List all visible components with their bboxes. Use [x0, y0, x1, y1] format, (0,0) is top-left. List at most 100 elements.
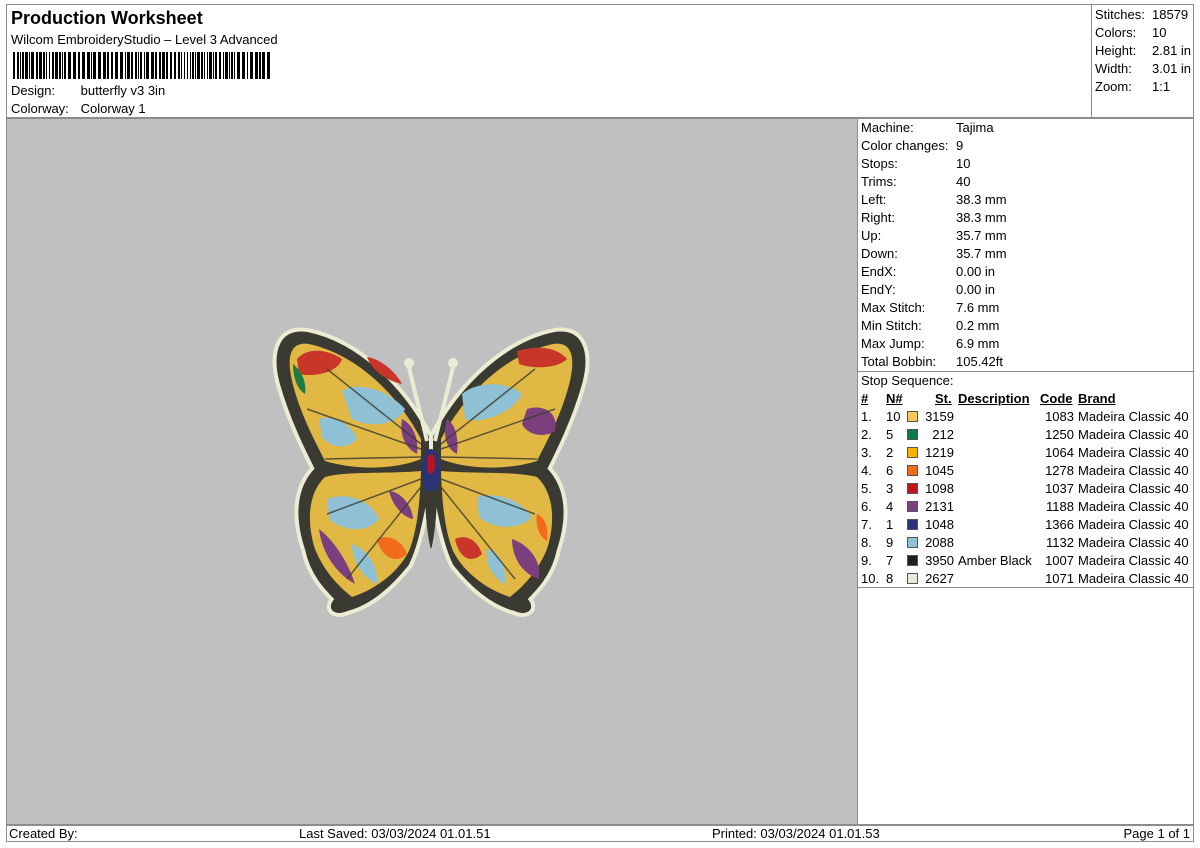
colorway-row: Colorway: Colorway 1	[11, 101, 146, 116]
info-up: Up: 35.7 mm	[861, 228, 1007, 243]
stop-brand: Madeira Classic 40	[1078, 571, 1189, 586]
stop-index: 1.	[861, 409, 872, 424]
info-max-jump: Max Jump: 6.9 mm	[861, 336, 1000, 351]
thread-color-swatch	[907, 555, 918, 566]
stop-row: 7. 1 1048 1366 Madeira Classic 40	[858, 517, 1194, 535]
stop-stitches: 1219	[925, 445, 954, 460]
info-down: Down: 35.7 mm	[861, 246, 1007, 261]
info-left: Left: 38.3 mm	[861, 192, 1007, 207]
page-number: Page 1 of 1	[1123, 826, 1191, 841]
stop-row: 4. 6 1045 1278 Madeira Classic 40	[858, 463, 1194, 481]
created-by: Created By:	[9, 826, 78, 841]
thread-color-swatch	[907, 411, 918, 422]
stop-code: 1278	[1045, 463, 1074, 478]
col-header-code: Code	[1040, 391, 1073, 406]
machine-info-panel: Machine: Tajima Color changes: 9 Stops: 10 …	[858, 118, 1194, 825]
thread-color-swatch	[907, 465, 918, 476]
info-machine: Machine: Tajima	[861, 120, 994, 135]
stop-sequence-title: Stop Sequence:	[861, 373, 954, 388]
colorway-value: Colorway 1	[80, 101, 146, 116]
section-divider	[858, 371, 1193, 372]
stop-needle: 9	[886, 535, 894, 550]
stop-brand: Madeira Classic 40	[1078, 481, 1189, 496]
printed-date: Printed: 03/03/2024 01.01.53	[712, 826, 880, 841]
stop-index: 8.	[861, 535, 872, 550]
stop-needle: 10	[886, 409, 901, 424]
stop-row: 5. 3 1098 1037 Madeira Classic 40	[858, 481, 1194, 499]
stop-description: Amber Black	[958, 553, 1032, 568]
thread-color-swatch	[907, 483, 918, 494]
col-header-needle: N#	[886, 391, 903, 406]
stop-brand: Madeira Classic 40	[1078, 499, 1189, 514]
design-value: butterfly v3 3in	[80, 83, 166, 98]
stop-row: 9. 7 3950 Amber Black 1007 Madeira Classic 40	[858, 553, 1194, 571]
stop-index: 2.	[861, 427, 872, 442]
col-header-brand: Brand	[1078, 391, 1116, 406]
stop-needle: 4	[886, 499, 894, 514]
thread-color-swatch	[907, 573, 918, 584]
stop-code: 1188	[1046, 499, 1074, 514]
stop-code: 1083	[1045, 409, 1074, 424]
stop-brand: Madeira Classic 40	[1078, 535, 1189, 550]
worksheet-footer: Created By: Last Saved: 03/03/2024 01.01…	[6, 825, 1194, 842]
stop-stitches: 2088	[925, 535, 954, 550]
stop-row: 3. 2 1219 1064 Madeira Classic 40	[858, 445, 1194, 463]
stop-stitches: 2627	[925, 571, 954, 586]
info-color-changes: Color changes: 9	[861, 138, 964, 153]
stop-stitches: 2131	[925, 499, 954, 514]
stop-brand: Madeira Classic 40	[1078, 409, 1189, 424]
stop-index: 10.	[861, 571, 880, 586]
stop-brand: Madeira Classic 40	[1078, 553, 1189, 568]
stat-stitches: Stitches: 18579	[1095, 7, 1189, 22]
stop-stitches: 212	[932, 427, 954, 442]
info-right: Right: 38.3 mm	[861, 210, 1007, 225]
stop-row: 8. 9 2088 1132 Madeira Classic 40	[858, 535, 1194, 553]
barcode	[13, 52, 270, 79]
page-title: Production Worksheet	[11, 8, 203, 28]
stop-needle: 2	[886, 445, 894, 460]
stop-stitches: 3159	[925, 409, 954, 424]
stop-brand: Madeira Classic 40	[1078, 445, 1189, 460]
thread-color-swatch	[907, 429, 918, 440]
software-name: Wilcom EmbroideryStudio – Level 3 Advanc…	[11, 32, 278, 47]
stop-index: 6.	[861, 499, 872, 514]
info-total-bobbin: Total Bobbin: 105.42ft	[861, 354, 1003, 369]
design-preview	[6, 118, 858, 825]
stop-brand: Madeira Classic 40	[1078, 517, 1189, 532]
info-endx: EndX: 0.00 in	[861, 264, 996, 279]
stop-index: 5.	[861, 481, 872, 496]
info-min-stitch: Min Stitch: 0.2 mm	[861, 318, 1000, 333]
thread-color-swatch	[907, 447, 918, 458]
stop-code: 1250	[1045, 427, 1074, 442]
stop-row: 6. 4 2131 1188 Madeira Classic 40	[858, 499, 1194, 517]
info-stops: Stops: 10	[861, 156, 971, 171]
stop-needle: 5	[886, 427, 894, 442]
design-row: Design: butterfly v3 3in	[11, 83, 165, 98]
stop-needle: 6	[886, 463, 894, 478]
butterfly-embroidery-image	[272, 327, 590, 617]
stop-row: 2. 5 212 1250 Madeira Classic 40	[858, 427, 1194, 445]
col-header-stitches: St.	[935, 391, 952, 406]
stop-stitches: 3950	[925, 553, 954, 568]
stat-height: Height: 2.81 in	[1095, 43, 1192, 58]
info-trims: Trims: 40	[861, 174, 971, 189]
stop-brand: Madeira Classic 40	[1078, 427, 1189, 442]
design-stats: Stitches: 18579 Colors: 10 Height: 2.81 in …	[1092, 4, 1194, 118]
stop-needle: 8	[886, 571, 894, 586]
stop-needle: 7	[886, 553, 894, 568]
stop-index: 4.	[861, 463, 872, 478]
stop-code: 1037	[1045, 481, 1074, 496]
col-header-index: #	[861, 391, 869, 406]
stop-index: 7.	[861, 517, 872, 532]
table-end-divider	[858, 587, 1193, 588]
stat-colors: Colors: 10	[1095, 25, 1167, 40]
stop-needle: 1	[886, 517, 894, 532]
thread-color-swatch	[907, 501, 918, 512]
last-saved: Last Saved: 03/03/2024 01.01.51	[299, 826, 491, 841]
thread-color-swatch	[907, 537, 918, 548]
stop-stitches: 1098	[925, 481, 954, 496]
col-header-description: Description	[958, 391, 1030, 406]
worksheet-header: Production Worksheet Wilcom EmbroiderySt…	[6, 4, 1092, 118]
stop-stitches: 1045	[925, 463, 954, 478]
info-max-stitch: Max Stitch: 7.6 mm	[861, 300, 1000, 315]
